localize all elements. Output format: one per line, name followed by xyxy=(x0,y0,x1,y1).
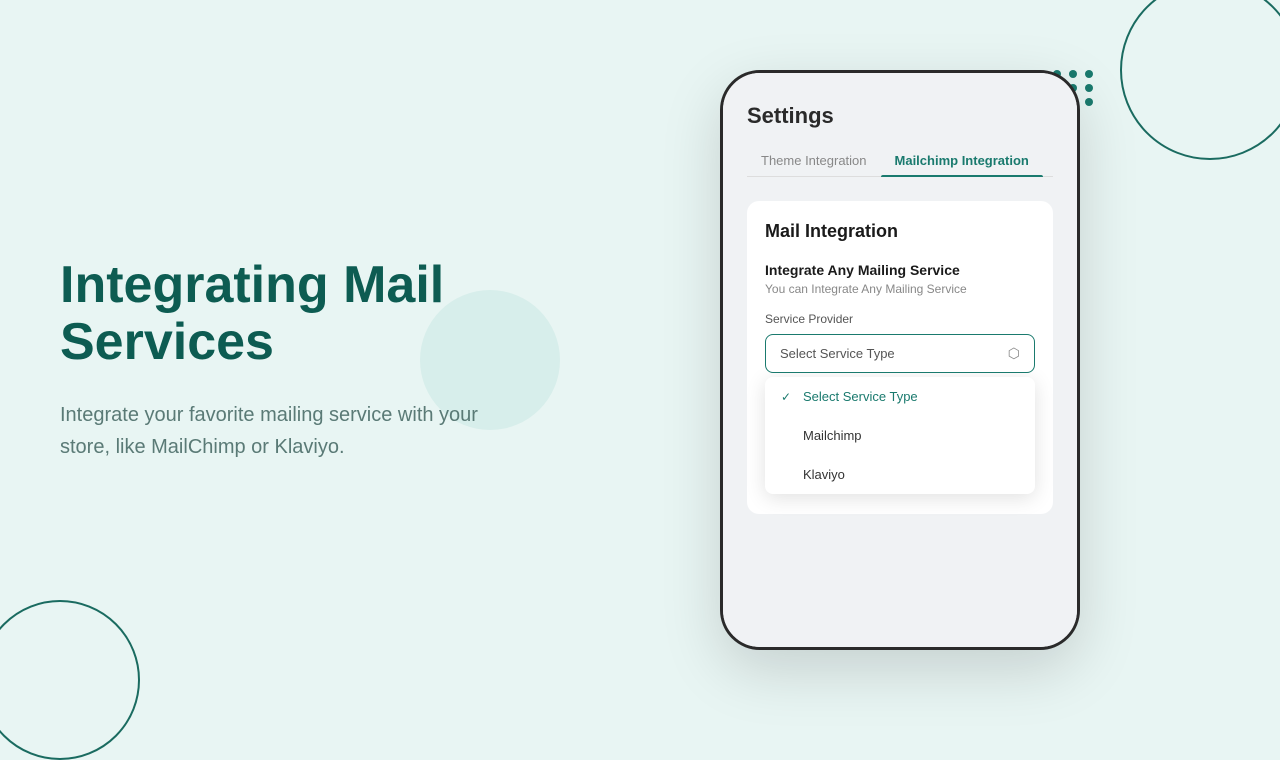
main-heading: Integrating Mail Services xyxy=(60,257,500,371)
dot xyxy=(1085,98,1093,106)
phone-screen: Settings Theme Integration Mailchimp Int… xyxy=(723,73,1077,647)
tabs-row: Theme Integration Mailchimp Integration xyxy=(747,145,1053,177)
deco-circle-top-right xyxy=(1120,0,1280,160)
check-icon: ✓ xyxy=(781,390,795,404)
dot xyxy=(1085,70,1093,78)
left-section: Integrating Mail Services Integrate your… xyxy=(60,257,500,463)
tab-mailchimp-integration[interactable]: Mailchimp Integration xyxy=(881,145,1043,176)
settings-card: Mail Integration Integrate Any Mailing S… xyxy=(747,201,1053,514)
integrate-any-heading: Integrate Any Mailing Service xyxy=(765,262,1035,278)
dropdown-menu: ✓ Select Service Type Mailchimp Klaviyo xyxy=(765,377,1035,494)
integrate-any-subtext: You can Integrate Any Mailing Service xyxy=(765,282,1035,296)
phone-container: Settings Theme Integration Mailchimp Int… xyxy=(720,70,1080,650)
dropdown-option-mailchimp[interactable]: Mailchimp xyxy=(765,416,1035,455)
settings-title: Settings xyxy=(747,103,1053,129)
phone-frame: Settings Theme Integration Mailchimp Int… xyxy=(720,70,1080,650)
dropdown-option-klaviyo[interactable]: Klaviyo xyxy=(765,455,1035,494)
dot xyxy=(1085,84,1093,92)
mail-integration-title: Mail Integration xyxy=(765,221,1035,242)
description-text: Integrate your favorite mailing service … xyxy=(60,399,500,463)
chevron-down-icon: ⬡ xyxy=(1008,345,1020,362)
service-provider-label: Service Provider xyxy=(765,312,1035,326)
service-type-select[interactable]: Select Service Type ⬡ xyxy=(765,334,1035,373)
tab-theme-integration[interactable]: Theme Integration xyxy=(747,145,881,176)
select-value: Select Service Type xyxy=(780,346,895,361)
deco-circle-bottom-left xyxy=(0,600,140,760)
dropdown-option-select-service-type[interactable]: ✓ Select Service Type xyxy=(765,377,1035,416)
